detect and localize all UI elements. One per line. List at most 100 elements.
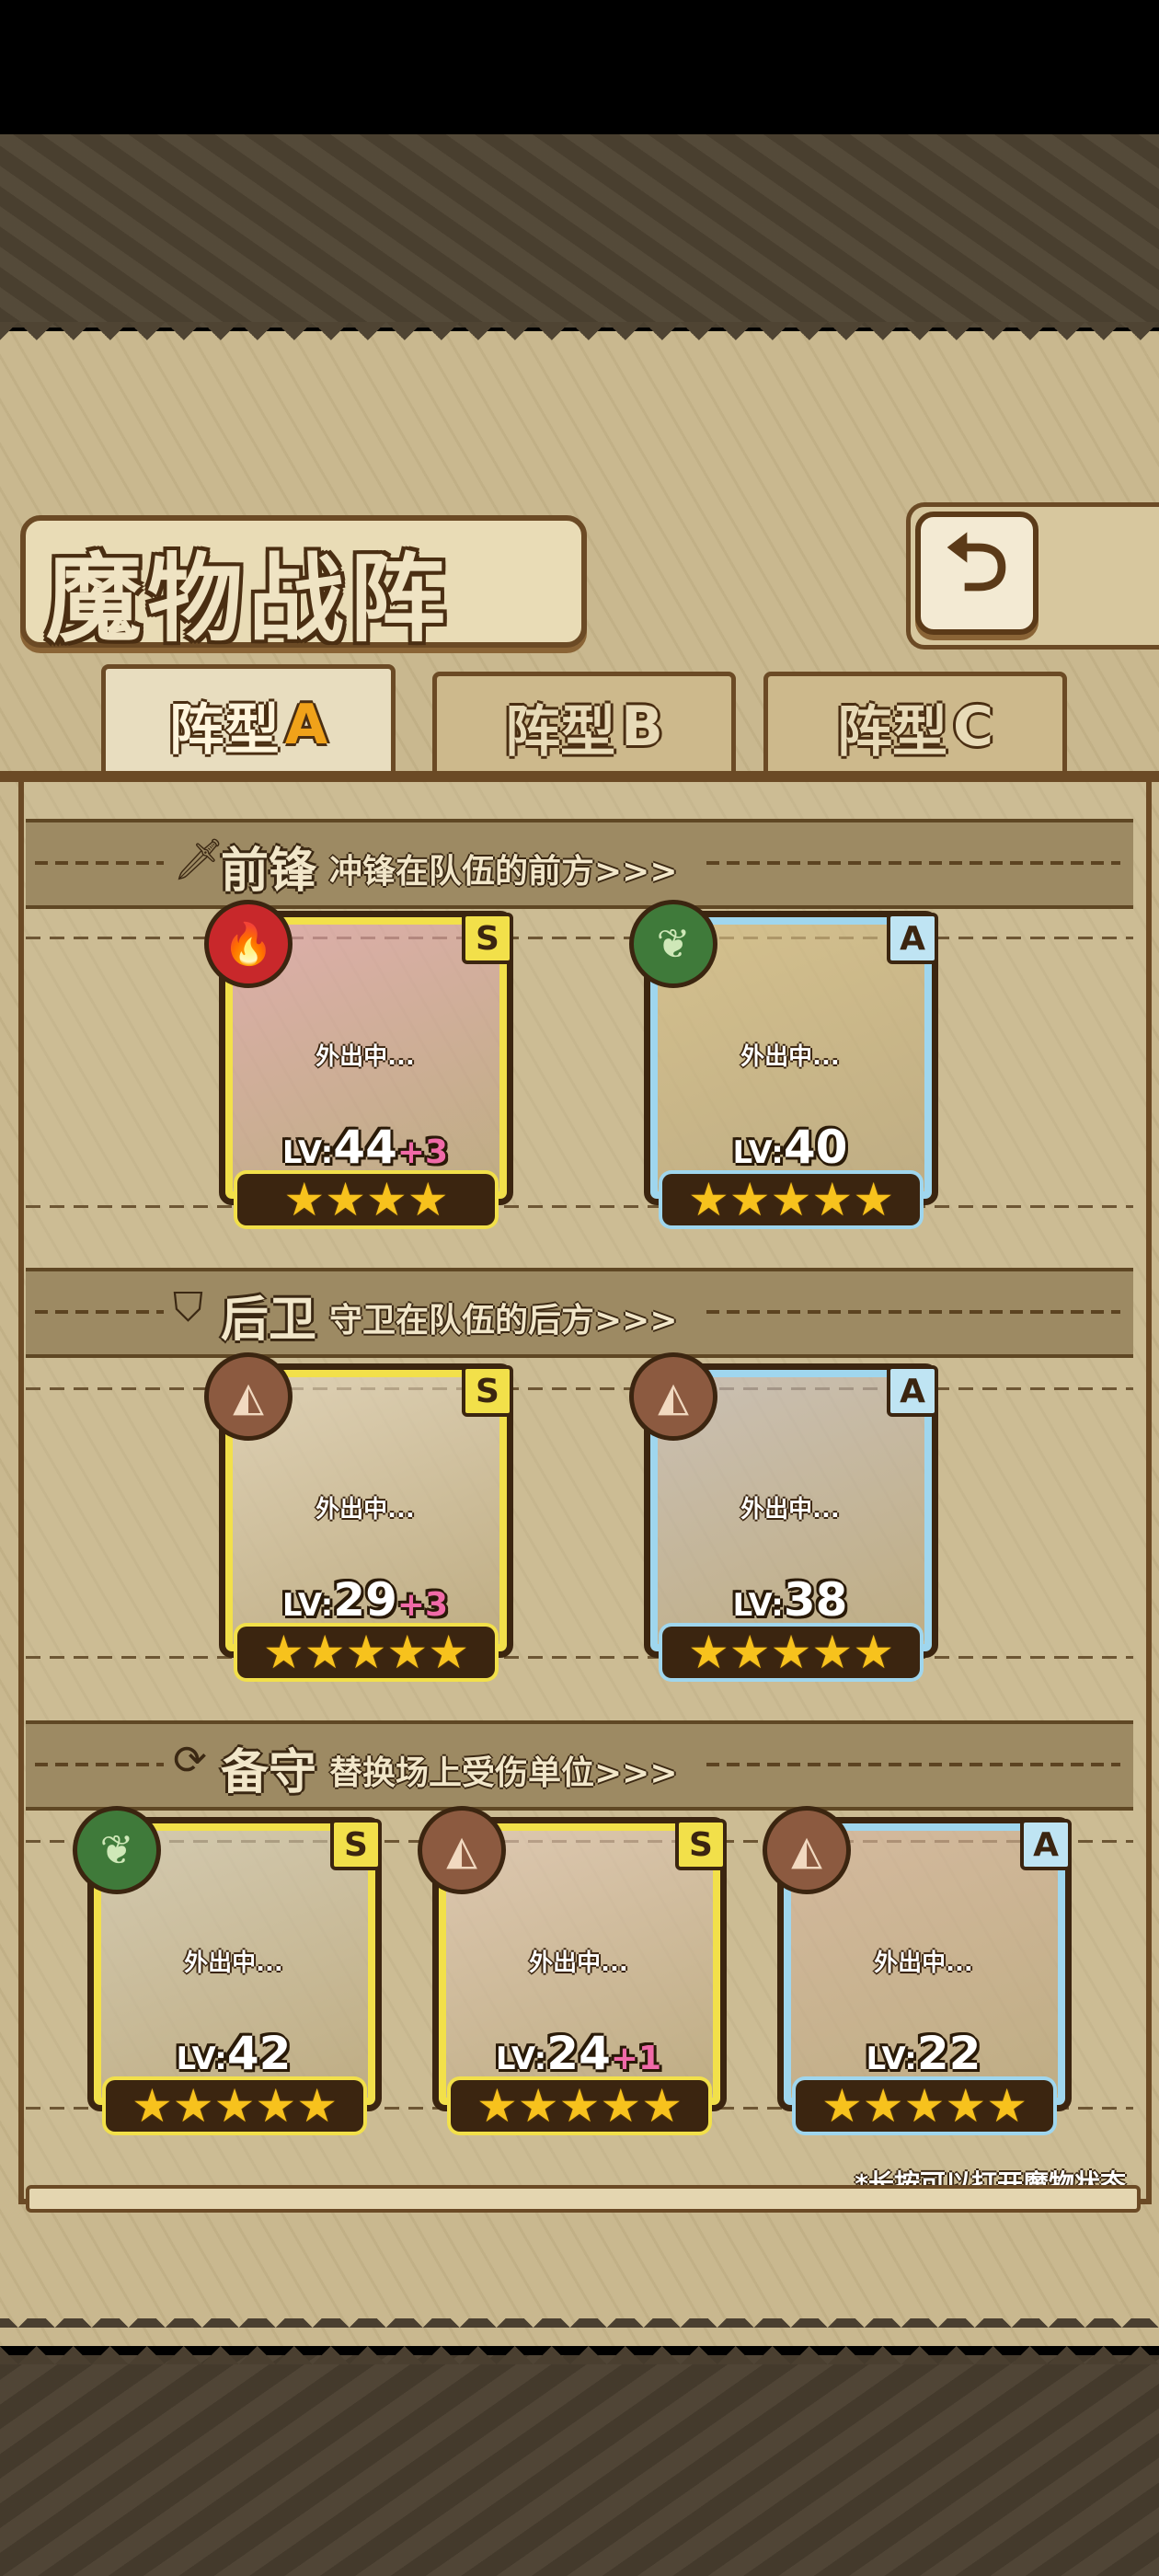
earth-element-icon: ◭ [763,1806,851,1894]
swap-icon: ⟳ [173,1737,207,1784]
tab-label: 阵型 [168,697,280,763]
level-value: 24 [546,2027,611,2080]
row-line [26,1205,1133,1208]
rank-badge: A [887,1365,938,1417]
tabs-divider [0,771,1159,782]
level-prefix: LV: [732,1134,784,1171]
status-bar [0,0,1159,134]
stars: ★★★★★ [131,2079,339,2133]
level-label: LV:40 [644,1121,936,1174]
star-rating: ★★★★★ [662,1174,920,1225]
level-plus: +3 [396,1133,449,1171]
rank-badge: S [462,1365,513,1417]
level-value: 22 [916,2027,981,2080]
level-prefix: LV: [866,2041,917,2077]
monster-card[interactable]: A ❦ 外出中... LV:40 ★★★★★ [629,900,938,1225]
earth-element-icon: ◭ [204,1352,293,1441]
sword-icon: 🗡 [173,836,224,883]
divider [35,1763,164,1766]
background-map-top [0,134,1159,328]
level-prefix: LV: [281,1134,334,1171]
grass-element-icon: ❦ [73,1806,161,1894]
section-back-header: ⛉ 后卫 守卫在队伍的后方>>> [26,1268,1133,1358]
status-text: 外出中... [874,1949,973,1977]
panel-zigzag-bottom [0,2318,1159,2364]
star-rating: ★★★★★ [237,1627,495,1678]
fire-element-icon: 🔥 [204,900,293,988]
tab-letter: C [952,695,994,759]
star-rating: ★★★★★ [106,2080,363,2132]
level-label: LV:29+3 [219,1573,511,1627]
rank-badge: A [1020,1819,1072,1870]
status-text: 外出中... [529,1949,628,1977]
monster-card[interactable]: S 🔥 外出中... LV:44+3 ★★★★ [204,900,513,1225]
stars: ★★★★★ [687,1626,895,1679]
back-button[interactable]: ⮌ [915,512,1039,635]
monster-card[interactable]: A ◭ 外出中... LV:22 ★★★★★ [763,1806,1072,2132]
level-value: 29 [333,1573,397,1627]
section-title: 前锋 [221,844,317,899]
monster-card[interactable]: S ◭ 外出中... LV:24+1 ★★★★★ [418,1806,727,2132]
star-rating: ★★★★★ [796,2080,1053,2132]
star-rating: ★★★★ [237,1174,495,1225]
rank-badge: A [887,913,938,964]
level-value: 40 [783,1121,848,1174]
section-title: 备守 [221,1745,317,1800]
level-label: LV:42 [87,2027,380,2080]
status-text: 外出中... [184,1949,283,1977]
back-arrow-icon: ⮌ [945,517,1009,609]
level-plus: +3 [396,1586,449,1624]
shield-icon: ⛉ [173,1284,203,1331]
monster-card[interactable]: S ◭ 外出中... LV:29+3 ★★★★★ [204,1352,513,1678]
tab-formation-a[interactable]: 阵型 A [101,664,396,781]
level-prefix: LV: [281,1587,334,1624]
monster-card[interactable]: A ◭ 外出中... LV:38 ★★★★★ [629,1352,938,1678]
rank-badge: S [675,1819,727,1870]
status-text: 外出中... [740,1043,840,1071]
section-desc: 守卫在队伍的后方>>> [329,1302,678,1340]
status-text: 外出中... [740,1496,840,1524]
tab-label: 阵型 [505,699,616,765]
background-map-bottom [0,2355,1159,2576]
tab-letter: B [621,695,663,759]
star-rating: ★★★★★ [662,1627,920,1678]
level-label: LV:38 [644,1573,936,1627]
row-line [26,1387,1133,1390]
panel-footer-bar [26,2185,1141,2213]
divider [35,1310,164,1314]
level-value: 44 [333,1121,397,1174]
section-front-header: 🗡 前锋 冲锋在队伍的前方>>> [26,819,1133,909]
level-plus: +1 [610,2040,662,2077]
level-label: LV:22 [777,2027,1070,2080]
stars: ★★★★★ [820,2079,1028,2133]
status-text: 外出中... [316,1043,415,1071]
page-title: 魔物战阵 [46,543,452,655]
level-value: 42 [226,2027,292,2080]
level-value: 38 [783,1573,848,1627]
section-title: 后卫 [221,1293,317,1348]
rank-badge: S [330,1819,382,1870]
stars: ★★★★★ [687,1173,895,1226]
level-label: LV:24+1 [432,2027,725,2080]
divider [706,1763,1120,1766]
grass-element-icon: ❦ [629,900,717,988]
divider [706,861,1120,865]
tab-formation-b[interactable]: 阵型 B [432,672,736,777]
section-desc: 冲锋在队伍的前方>>> [329,853,678,891]
divider [35,861,164,865]
level-prefix: LV: [732,1587,784,1624]
status-text: 外出中... [316,1496,415,1524]
section-desc: 替换场上受伤单位>>> [329,1754,678,1792]
rank-badge: S [462,913,513,964]
divider [706,1310,1120,1314]
star-rating: ★★★★★ [451,2080,708,2132]
stars: ★★★★ [283,1173,449,1226]
level-label: LV:44+3 [219,1121,511,1174]
tab-label: 阵型 [836,699,947,765]
earth-element-icon: ◭ [418,1806,506,1894]
row-line [26,1656,1133,1659]
stars: ★★★★★ [476,2079,683,2133]
tab-letter: A [284,693,328,757]
tab-formation-c[interactable]: 阵型 C [763,672,1067,777]
monster-card[interactable]: S ❦ 外出中... LV:42 ★★★★★ [73,1806,382,2132]
